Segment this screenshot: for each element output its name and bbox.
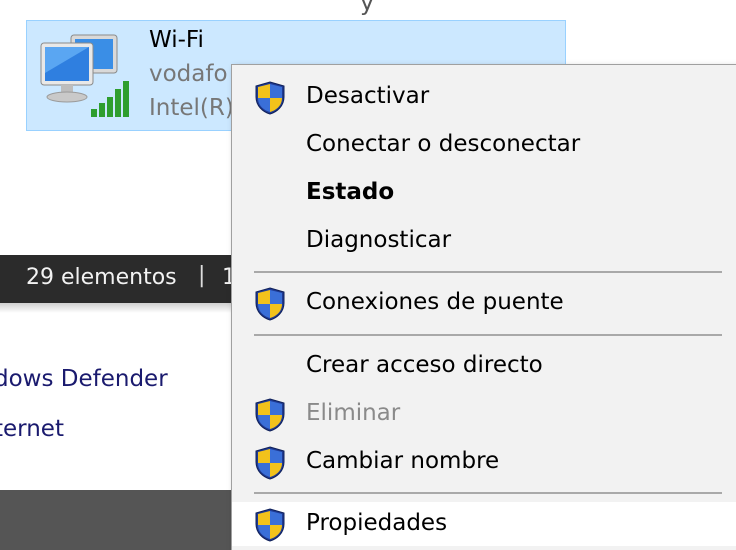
menu-item-label: Propiedades (306, 510, 448, 536)
clipped-text: y (360, 0, 375, 16)
menu-item-label: Desactivar (306, 83, 430, 109)
network-ssid: vodafo (149, 61, 228, 87)
uac-shield-icon (254, 81, 286, 115)
menu-item-label: Estado (306, 179, 395, 205)
uac-shield-icon (254, 287, 286, 321)
menu-separator (254, 271, 722, 273)
menu-item-propiedades[interactable]: Propiedades (232, 502, 736, 546)
menu-item-label: Crear acceso directo (306, 352, 543, 378)
windows-defender-link[interactable]: dows Defender (0, 366, 168, 392)
menu-item-conexiones-puente[interactable]: Conexiones de puente (232, 281, 736, 325)
item-count: 29 elementos (26, 265, 177, 290)
menu-item-label: Eliminar (306, 400, 401, 426)
menu-item-estado[interactable]: Estado (232, 171, 736, 215)
menu-separator (254, 334, 722, 336)
menu-item-diagnosticar[interactable]: Diagnosticar (232, 219, 736, 263)
network-name: Wi-Fi (149, 27, 204, 53)
context-menu: Desactivar Conectar o desconectar Estado… (231, 64, 736, 550)
menu-item-label: Diagnosticar (306, 227, 452, 253)
uac-shield-icon (254, 398, 286, 432)
menu-item-label: Conexiones de puente (306, 289, 564, 315)
internet-link[interactable]: ternet (0, 416, 64, 442)
menu-item-cambiar-nombre[interactable]: Cambiar nombre (232, 440, 736, 484)
menu-item-eliminar: Eliminar (232, 392, 736, 436)
menu-item-label: Cambiar nombre (306, 448, 500, 474)
uac-shield-icon (254, 446, 286, 480)
status-separator: | (198, 263, 206, 288)
screen: y Wi-Fi vodafo Intel(R) 29 elementos | 1… (0, 0, 736, 550)
menu-item-conectar[interactable]: Conectar o desconectar (232, 123, 736, 167)
menu-item-crear-acceso[interactable]: Crear acceso directo (232, 344, 736, 388)
network-computer-icon (40, 34, 129, 117)
menu-item-desactivar[interactable]: Desactivar (232, 75, 736, 119)
menu-separator (254, 492, 722, 494)
menu-item-label: Conectar o desconectar (306, 131, 581, 157)
network-adapter: Intel(R) (149, 95, 234, 121)
uac-shield-icon (254, 508, 286, 542)
wifi-signal-bars-icon (91, 81, 129, 117)
